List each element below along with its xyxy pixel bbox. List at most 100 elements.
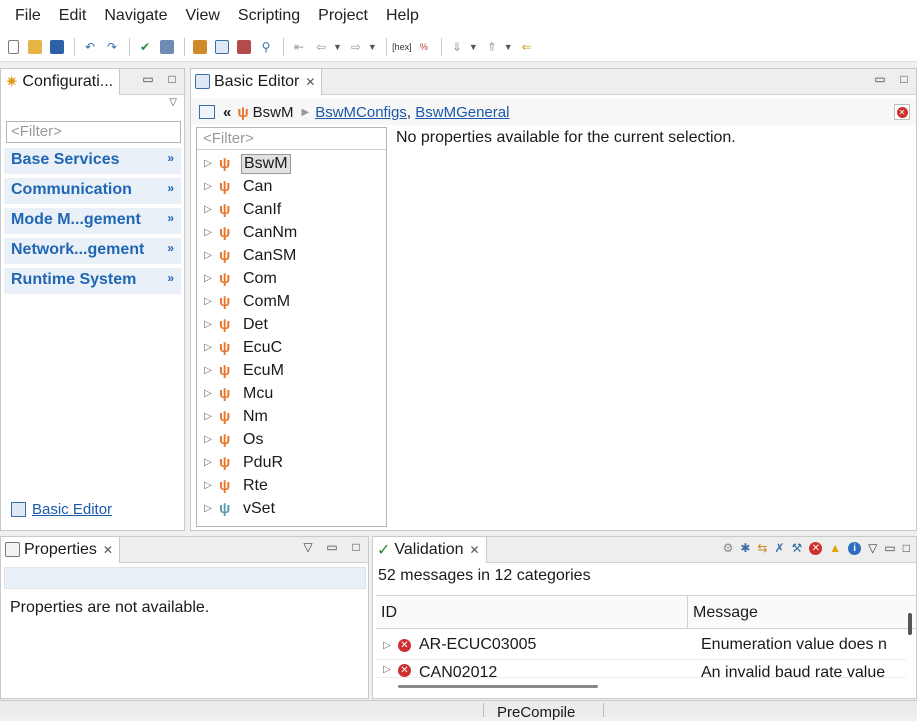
tree-item[interactable]: ▷ ψ Com — [197, 267, 279, 290]
tree-item[interactable]: ▷ ψ PduR — [197, 451, 285, 474]
sync-icon[interactable]: ⇆ — [757, 541, 767, 555]
expand-arrow-icon[interactable]: ▷ — [197, 158, 219, 169]
tab-properties[interactable]: Properties ✕ — [1, 536, 120, 563]
expand-arrow-icon[interactable]: ▷ — [197, 227, 219, 238]
tree-item[interactable]: ▷ ψ Mcu — [197, 382, 275, 405]
tree-item[interactable]: ▷ ψ Can — [197, 175, 274, 198]
hex-icon[interactable]: [hex] — [392, 37, 412, 57]
config-filter-input[interactable]: <Filter> — [6, 121, 181, 143]
minimize-icon[interactable]: ▭ — [874, 72, 886, 86]
close-icon[interactable]: ✕ — [470, 543, 480, 557]
generate-icon[interactable] — [190, 37, 210, 57]
previous-dropdown-icon[interactable]: ▼ — [504, 42, 513, 52]
settings-icon[interactable] — [234, 37, 254, 57]
minimize-icon[interactable]: ▭ — [142, 72, 154, 86]
tab-validation[interactable]: ✓ Validation ✕ — [373, 536, 487, 563]
minimize-icon[interactable]: ▭ — [884, 541, 895, 555]
column-header-message[interactable]: Message — [688, 596, 763, 628]
solve-icon[interactable]: ⚒ — [792, 541, 803, 555]
menu-edit[interactable]: Edit — [50, 0, 96, 32]
tree-item[interactable]: ▷ ψ ComM — [197, 290, 292, 313]
close-icon[interactable]: ✕ — [103, 543, 113, 557]
expand-arrow-icon[interactable]: ▷ — [197, 457, 219, 468]
filter-icon[interactable]: ⚙ — [723, 541, 734, 555]
expand-chevron-icon[interactable]: » — [167, 271, 174, 291]
expand-arrow-icon[interactable]: ▷ — [197, 342, 219, 353]
back-icon[interactable]: ⇦ — [311, 37, 331, 57]
expand-arrow-icon[interactable]: ▷ — [197, 319, 219, 330]
tree-item[interactable]: ▷ ψ EcuM — [197, 359, 286, 382]
stack-icon[interactable] — [157, 37, 177, 57]
expand-arrow-icon[interactable]: ▷ — [376, 664, 398, 675]
save-icon[interactable] — [47, 37, 67, 57]
tree-item[interactable]: ▷ ψ Rte — [197, 474, 270, 497]
breadcrumb-link-bswmgeneral[interactable]: BswMGeneral — [415, 104, 509, 121]
view-menu-icon[interactable]: ▽ — [302, 540, 314, 554]
category-network-management[interactable]: Network...gement » — [4, 238, 181, 264]
undo-icon[interactable]: ↶ — [80, 37, 100, 57]
breadcrumb-root[interactable]: BswM — [253, 104, 294, 121]
link-icon[interactable]: ⇤ — [289, 37, 309, 57]
category-base-services[interactable]: Base Services » — [4, 148, 181, 174]
tree-item[interactable]: ▷ ψ vSet — [197, 497, 277, 520]
breadcrumb-back-icon[interactable]: « — [223, 104, 231, 121]
previous-annotation-icon[interactable]: ⇑ — [482, 37, 502, 57]
menu-navigate[interactable]: Navigate — [95, 0, 176, 32]
column-header-id[interactable]: ID — [376, 596, 688, 628]
expand-arrow-icon[interactable]: ▷ — [197, 181, 219, 192]
tab-basic-editor[interactable]: Basic Editor ✕ — [191, 68, 323, 95]
maximize-icon[interactable]: □ — [903, 541, 910, 555]
last-edit-icon[interactable]: ⇐ — [517, 37, 537, 57]
open-folder-icon[interactable] — [25, 37, 45, 57]
minimize-icon[interactable]: ▭ — [326, 540, 338, 554]
category-communication[interactable]: Communication » — [4, 178, 181, 204]
maximize-icon[interactable]: □ — [166, 72, 178, 86]
tree-item[interactable]: ▷ ψ BswM — [197, 152, 291, 175]
tree-item[interactable]: ▷ ψ EcuC — [197, 336, 284, 359]
expand-arrow-icon[interactable]: ▷ — [197, 250, 219, 261]
expand-arrow-icon[interactable]: ▷ — [197, 273, 219, 284]
expand-arrow-icon[interactable]: ▷ — [197, 480, 219, 491]
expand-arrow-icon[interactable]: ▷ — [197, 411, 219, 422]
horizontal-scrollbar[interactable] — [398, 685, 598, 688]
expand-chevron-icon[interactable]: » — [167, 241, 174, 261]
tab-configuration[interactable]: ✷ Configurati... — [1, 68, 121, 95]
category-mode-management[interactable]: Mode M...gement » — [4, 208, 181, 234]
validation-row[interactable]: ▷ ✕ CAN02012 An invalid baud rate value — [376, 660, 906, 678]
menu-view[interactable]: View — [177, 0, 229, 32]
tree-item[interactable]: ▷ ψ Det — [197, 313, 270, 336]
tree-item[interactable]: ▷ ψ CanSM — [197, 244, 298, 267]
maximize-icon[interactable]: □ — [350, 540, 362, 554]
tree-item[interactable]: ▷ ψ Os — [197, 428, 265, 451]
close-icon[interactable]: ✕ — [305, 75, 315, 89]
vertical-scrollbar[interactable] — [908, 613, 912, 635]
menu-project[interactable]: Project — [309, 0, 377, 32]
tree-item[interactable]: ▷ ψ CanIf — [197, 198, 283, 221]
menu-file[interactable]: File — [6, 0, 50, 32]
warnings-filter-icon[interactable]: ▲ — [829, 541, 841, 555]
expand-arrow-icon[interactable]: ▷ — [197, 434, 219, 445]
numeric-format-icon[interactable]: % — [414, 37, 434, 57]
expand-arrow-icon[interactable]: ▷ — [197, 388, 219, 399]
tree-item[interactable]: ▷ ψ CanNm — [197, 221, 299, 244]
basic-editor-shortcut[interactable]: Basic Editor — [11, 501, 112, 518]
expand-chevron-icon[interactable]: » — [167, 151, 174, 171]
categories-icon[interactable]: ✱ — [740, 541, 750, 555]
forward-icon[interactable]: ⇨ — [346, 37, 366, 57]
expand-arrow-icon[interactable]: ▷ — [197, 296, 219, 307]
expand-chevron-icon[interactable]: » — [167, 181, 174, 201]
view-menu-icon[interactable]: ▽ — [868, 541, 877, 555]
breadcrumb-close-icon[interactable]: ✕ — [894, 104, 910, 120]
expand-arrow-icon[interactable]: ▷ — [197, 365, 219, 376]
basic-editor-link[interactable]: Basic Editor — [32, 501, 112, 518]
next-annotation-icon[interactable]: ⇓ — [447, 37, 467, 57]
find-icon[interactable]: ⚲ — [256, 37, 276, 57]
editor-icon[interactable] — [212, 37, 232, 57]
view-menu-icon[interactable]: ▽ — [169, 97, 177, 108]
redo-icon[interactable]: ↷ — [102, 37, 122, 57]
expand-arrow-icon[interactable]: ▷ — [197, 503, 219, 514]
info-filter-icon[interactable]: i — [848, 541, 862, 555]
menu-scripting[interactable]: Scripting — [229, 0, 309, 32]
back-dropdown-icon[interactable]: ▼ — [333, 42, 342, 52]
menu-help[interactable]: Help — [377, 0, 428, 32]
